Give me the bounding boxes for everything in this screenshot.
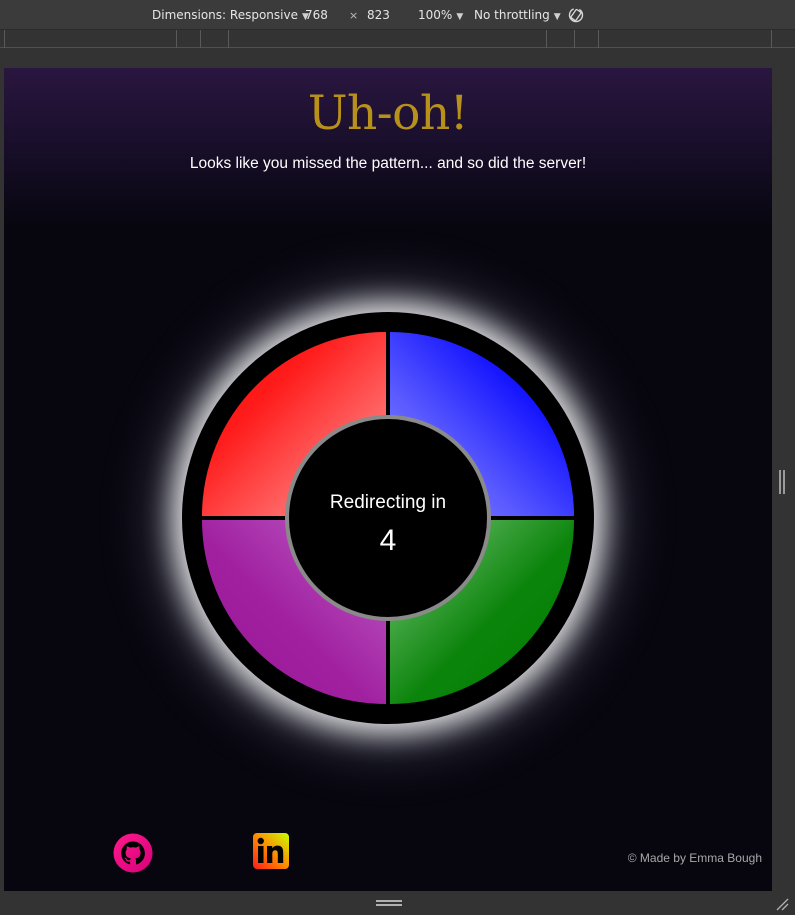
rotate-button[interactable] xyxy=(567,6,585,27)
footer-credit: © Made by Emma Bough xyxy=(627,851,762,865)
redirect-countdown: 4 xyxy=(379,524,397,557)
dimensions-dropdown[interactable]: Dimensions: Responsive ▼ xyxy=(152,8,309,22)
redirect-label: Redirecting in xyxy=(329,492,447,513)
throttling-label: No throttling xyxy=(474,8,550,22)
page-header: Uh-oh! Looks like you missed the pattern… xyxy=(4,68,772,226)
throttling-dropdown[interactable]: No throttling ▼ xyxy=(474,8,561,22)
viewport-resize-handle-right[interactable] xyxy=(779,470,785,494)
page-subtitle: Looks like you missed the pattern... and… xyxy=(189,155,587,172)
chevron-down-icon: ▼ xyxy=(553,12,561,22)
github-icon xyxy=(113,833,153,873)
zoom-dropdown[interactable]: 100% ▼ xyxy=(418,8,463,22)
linkedin-link[interactable] xyxy=(253,833,289,873)
rotate-icon xyxy=(568,7,584,23)
viewport-resize-handle-bottom[interactable] xyxy=(376,900,402,906)
width-input[interactable]: 768 xyxy=(305,8,328,22)
center-display: Redirecting in 4 xyxy=(285,415,491,621)
simon-game-board: Redirecting in 4 xyxy=(182,312,594,724)
zoom-label: 100% xyxy=(418,8,453,22)
devtools-toolbar: Dimensions: Responsive ▼ 768 × 823 100% ▼ … xyxy=(0,0,795,30)
page-viewport: Uh-oh! Looks like you missed the pattern… xyxy=(4,68,772,891)
dimensions-label: Dimensions: Responsive xyxy=(152,8,298,22)
dimensions-separator: × xyxy=(349,9,359,22)
github-link[interactable] xyxy=(112,832,154,878)
resize-grip-icon[interactable] xyxy=(775,896,789,911)
chevron-down-icon: ▼ xyxy=(456,12,464,22)
media-query-ruler xyxy=(0,30,795,48)
page-title: Uh-oh! xyxy=(307,86,469,141)
height-input[interactable]: 823 xyxy=(367,8,390,22)
linkedin-icon xyxy=(253,833,289,869)
